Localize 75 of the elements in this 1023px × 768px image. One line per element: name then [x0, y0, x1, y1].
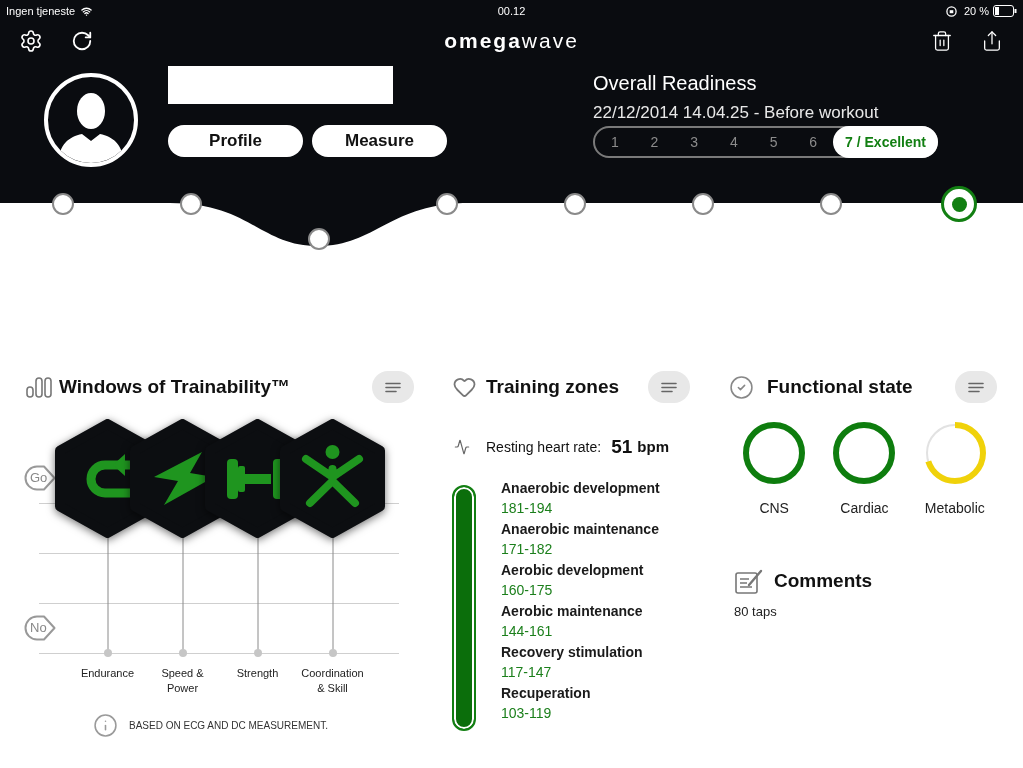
- zone-range: 144-161: [501, 622, 554, 641]
- resting-heart-rate-label: Resting heart rate:: [486, 437, 602, 457]
- axis-tag: No: [24, 615, 56, 641]
- timeline-node[interactable]: [52, 193, 74, 215]
- resting-heart-rate-unit: bpm: [637, 436, 669, 457]
- indicator-label: Metabolic: [924, 499, 985, 517]
- settings-icon[interactable]: [19, 29, 43, 53]
- carrier-label: Ingen tjeneste: [6, 3, 76, 19]
- battery-percentage: 20 %: [963, 3, 989, 19]
- zone-range: 160-175: [501, 581, 554, 600]
- section-title: Windows of Trainability™: [59, 374, 290, 399]
- profile-action-button[interactable]: Profile: [168, 125, 303, 157]
- zone-range: 181-194: [501, 499, 554, 518]
- progress-ring: [833, 422, 896, 484]
- progress-ring: [923, 422, 986, 484]
- bar-chart-icon: [26, 376, 52, 398]
- pulse-icon: [452, 439, 472, 455]
- timeline-node[interactable]: [180, 193, 202, 215]
- timeline-node[interactable]: [308, 228, 330, 250]
- window-label: Strength: [235, 666, 280, 681]
- zone-name: Recovery stimulation: [501, 643, 644, 662]
- readiness-option[interactable]: 4: [714, 131, 754, 153]
- measurement-date: 22/12/2014 14.04.25 - Before workout: [593, 102, 880, 124]
- section-title: Functional state: [767, 374, 913, 399]
- indicator-label: CNS: [759, 499, 789, 517]
- refresh-icon[interactable]: [71, 30, 93, 52]
- zone-name: Recuperation: [501, 684, 592, 703]
- zone-range: 117-147: [501, 663, 553, 682]
- zone-range: 103-119: [501, 704, 553, 723]
- window-label: Coordination & Skill: [300, 666, 365, 696]
- readiness-title: Overall Readiness: [593, 71, 758, 95]
- timeline-node[interactable]: [564, 193, 586, 215]
- zone-name: Aerobic maintenance: [501, 602, 644, 621]
- indicator-label: Cardiac: [840, 499, 889, 517]
- comment-text: 80 taps: [734, 603, 778, 621]
- info-icon[interactable]: [93, 713, 118, 738]
- check-circle-icon: [729, 374, 754, 400]
- axis-tag: Go: [24, 465, 56, 491]
- timeline-node[interactable]: [820, 193, 842, 215]
- menu-button[interactable]: [372, 371, 414, 403]
- readiness-option[interactable]: 2: [634, 131, 675, 153]
- readiness-option[interactable]: 3: [674, 131, 714, 153]
- zone-range: 171-182: [501, 540, 554, 559]
- zone-name: Anaerobic development: [501, 479, 660, 498]
- window-label: Speed & Power: [160, 666, 205, 696]
- progress-ring: [743, 422, 806, 484]
- note-edit-icon: [735, 568, 763, 594]
- avatar-silhouette-icon: [44, 73, 138, 167]
- timeline-node[interactable]: [941, 186, 977, 222]
- trash-icon[interactable]: [931, 28, 953, 54]
- heart-icon: [452, 375, 477, 399]
- menu-icon: [385, 381, 401, 393]
- timeline-node[interactable]: [436, 193, 458, 215]
- timeline-node[interactable]: [692, 193, 714, 215]
- menu-button[interactable]: [648, 371, 690, 403]
- battery-icon: [993, 5, 1017, 17]
- zone-name: Aerobic development: [501, 561, 645, 580]
- section-title: Training zones: [486, 374, 620, 399]
- menu-icon: [968, 381, 984, 393]
- window-label: Endurance: [79, 666, 136, 681]
- wifi-icon: [80, 5, 94, 17]
- readiness-option[interactable]: 6: [793, 131, 834, 153]
- zone-name: Anaerobic maintenance: [501, 520, 660, 539]
- rotation-lock-icon: [945, 5, 957, 17]
- readiness-option[interactable]: 1: [595, 131, 635, 153]
- menu-icon: [661, 381, 677, 393]
- readiness-option[interactable]: 7 / Excellent: [833, 126, 938, 158]
- logo: omegawave: [444, 28, 579, 54]
- profile-action-button[interactable]: Measure: [312, 125, 447, 157]
- menu-button[interactable]: [955, 371, 997, 403]
- readiness-option[interactable]: 5: [753, 131, 794, 153]
- resting-heart-rate-value: 51: [611, 434, 633, 459]
- section-title: Comments: [774, 568, 873, 593]
- clock: 00.12: [497, 3, 526, 19]
- footnote: BASED ON ECG AND DC MEASUREMENT.: [129, 719, 328, 733]
